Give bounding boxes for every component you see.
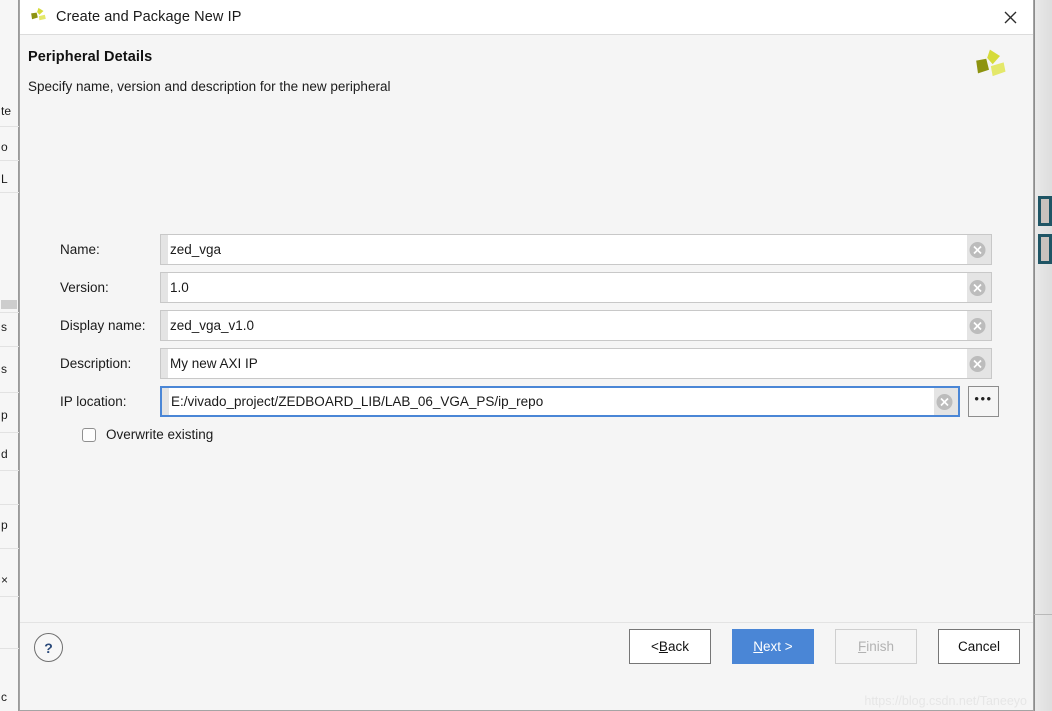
page-subtitle: Specify name, version and description fo… xyxy=(28,79,391,94)
description-label: Description: xyxy=(60,356,132,371)
overwrite-existing-row: Overwrite existing xyxy=(61,427,1000,442)
dialog-button-bar: < Back Next > Finish Cancel xyxy=(629,629,1020,664)
ip-location-label: IP location: xyxy=(60,394,127,409)
background-scrollbar-thumb xyxy=(1,300,17,309)
name-label: Name: xyxy=(60,242,100,257)
back-button-mnemonic: B xyxy=(658,639,668,654)
display-name-input-value: zed_vga_v1.0 xyxy=(170,318,255,333)
ip-location-browse-button[interactable]: ••• xyxy=(968,386,999,417)
cancel-button[interactable]: Cancel xyxy=(938,629,1020,664)
back-button[interactable]: < Back xyxy=(629,629,711,664)
dialog-titlebar: Create and Package New IP xyxy=(20,0,1033,35)
finish-button-mnemonic: F xyxy=(857,639,867,654)
back-button-pre: < xyxy=(651,639,659,654)
xilinx-logo-icon xyxy=(967,45,1011,89)
background-text-fragment: s xyxy=(1,320,7,334)
cancel-button-post: Cancel xyxy=(957,639,1001,654)
dialog-header: Peripheral Details Specify name, version… xyxy=(20,35,1033,121)
clear-circle-icon[interactable] xyxy=(969,317,986,334)
clear-circle-icon[interactable] xyxy=(936,393,953,410)
overwrite-existing-label: Overwrite existing xyxy=(106,427,214,442)
background-right-tile xyxy=(1038,234,1052,264)
help-button[interactable]: ? xyxy=(34,633,63,662)
next-button[interactable]: Next > xyxy=(732,629,814,664)
dialog-title: Create and Package New IP xyxy=(56,9,242,25)
background-text-fragment: p xyxy=(1,408,8,422)
background-text-fragment: o xyxy=(1,140,8,154)
clear-circle-icon[interactable] xyxy=(969,279,986,296)
clear-circle-icon[interactable] xyxy=(969,355,986,372)
next-button-mnemonic: N xyxy=(753,639,764,654)
background-text-fragment: × xyxy=(1,573,9,587)
form-row-display-name: Display name: zed_vga_v1.0 xyxy=(60,310,1000,341)
background-text-fragment: te xyxy=(1,104,12,118)
background-text-fragment: s xyxy=(1,362,7,376)
back-button-post: ack xyxy=(667,639,689,654)
peripheral-details-form: Name: zed_vga Version: 1.0 Display name:… xyxy=(60,234,1000,442)
background-text-fragment: p xyxy=(1,518,8,532)
finish-button: Finish xyxy=(835,629,917,664)
dialog-footer: ? < Back Next > Finish Cancel https://bl… xyxy=(20,622,1033,710)
background-left-panel: te o Ls s p d p × c xyxy=(0,0,19,711)
xilinx-logo-icon xyxy=(27,6,49,28)
watermark-text: https://blog.csdn.net/Taneeyo xyxy=(864,694,1027,708)
form-row-ip-location: IP location: E:/vivado_project/ZEDBOARD_… xyxy=(60,386,1000,417)
ip-location-input-value: E:/vivado_project/ZEDBOARD_LIB/LAB_06_VG… xyxy=(171,394,544,409)
background-right-strip xyxy=(1034,0,1052,711)
background-text-fragment: c xyxy=(1,690,7,704)
name-input-value: zed_vga xyxy=(170,242,222,257)
finish-button-post: inish xyxy=(866,639,894,654)
ip-location-input[interactable]: E:/vivado_project/ZEDBOARD_LIB/LAB_06_VG… xyxy=(160,386,960,417)
description-input-value: My new AXI IP xyxy=(170,356,258,371)
close-icon[interactable] xyxy=(987,0,1033,34)
background-text-fragment: L xyxy=(1,172,8,186)
description-input[interactable]: My new AXI IP xyxy=(160,348,992,379)
page-title: Peripheral Details xyxy=(28,49,153,65)
display-name-input[interactable]: zed_vga_v1.0 xyxy=(160,310,992,341)
overwrite-existing-checkbox[interactable] xyxy=(82,427,96,442)
version-input-value: 1.0 xyxy=(170,280,189,295)
background-text-fragment: d xyxy=(1,447,8,461)
next-button-post: ext > xyxy=(763,639,793,654)
display-name-label: Display name: xyxy=(60,318,146,333)
dialog-body: Name: zed_vga Version: 1.0 Display name:… xyxy=(20,121,1033,622)
form-row-description: Description: My new AXI IP xyxy=(60,348,1000,379)
version-input[interactable]: 1.0 xyxy=(160,272,992,303)
form-row-name: Name: zed_vga xyxy=(60,234,1000,265)
clear-circle-icon[interactable] xyxy=(969,241,986,258)
name-input[interactable]: zed_vga xyxy=(160,234,992,265)
background-right-tile xyxy=(1038,196,1052,226)
version-label: Version: xyxy=(60,280,109,295)
create-package-new-ip-dialog: Create and Package New IP Peripheral Det… xyxy=(19,0,1034,711)
form-row-version: Version: 1.0 xyxy=(60,272,1000,303)
